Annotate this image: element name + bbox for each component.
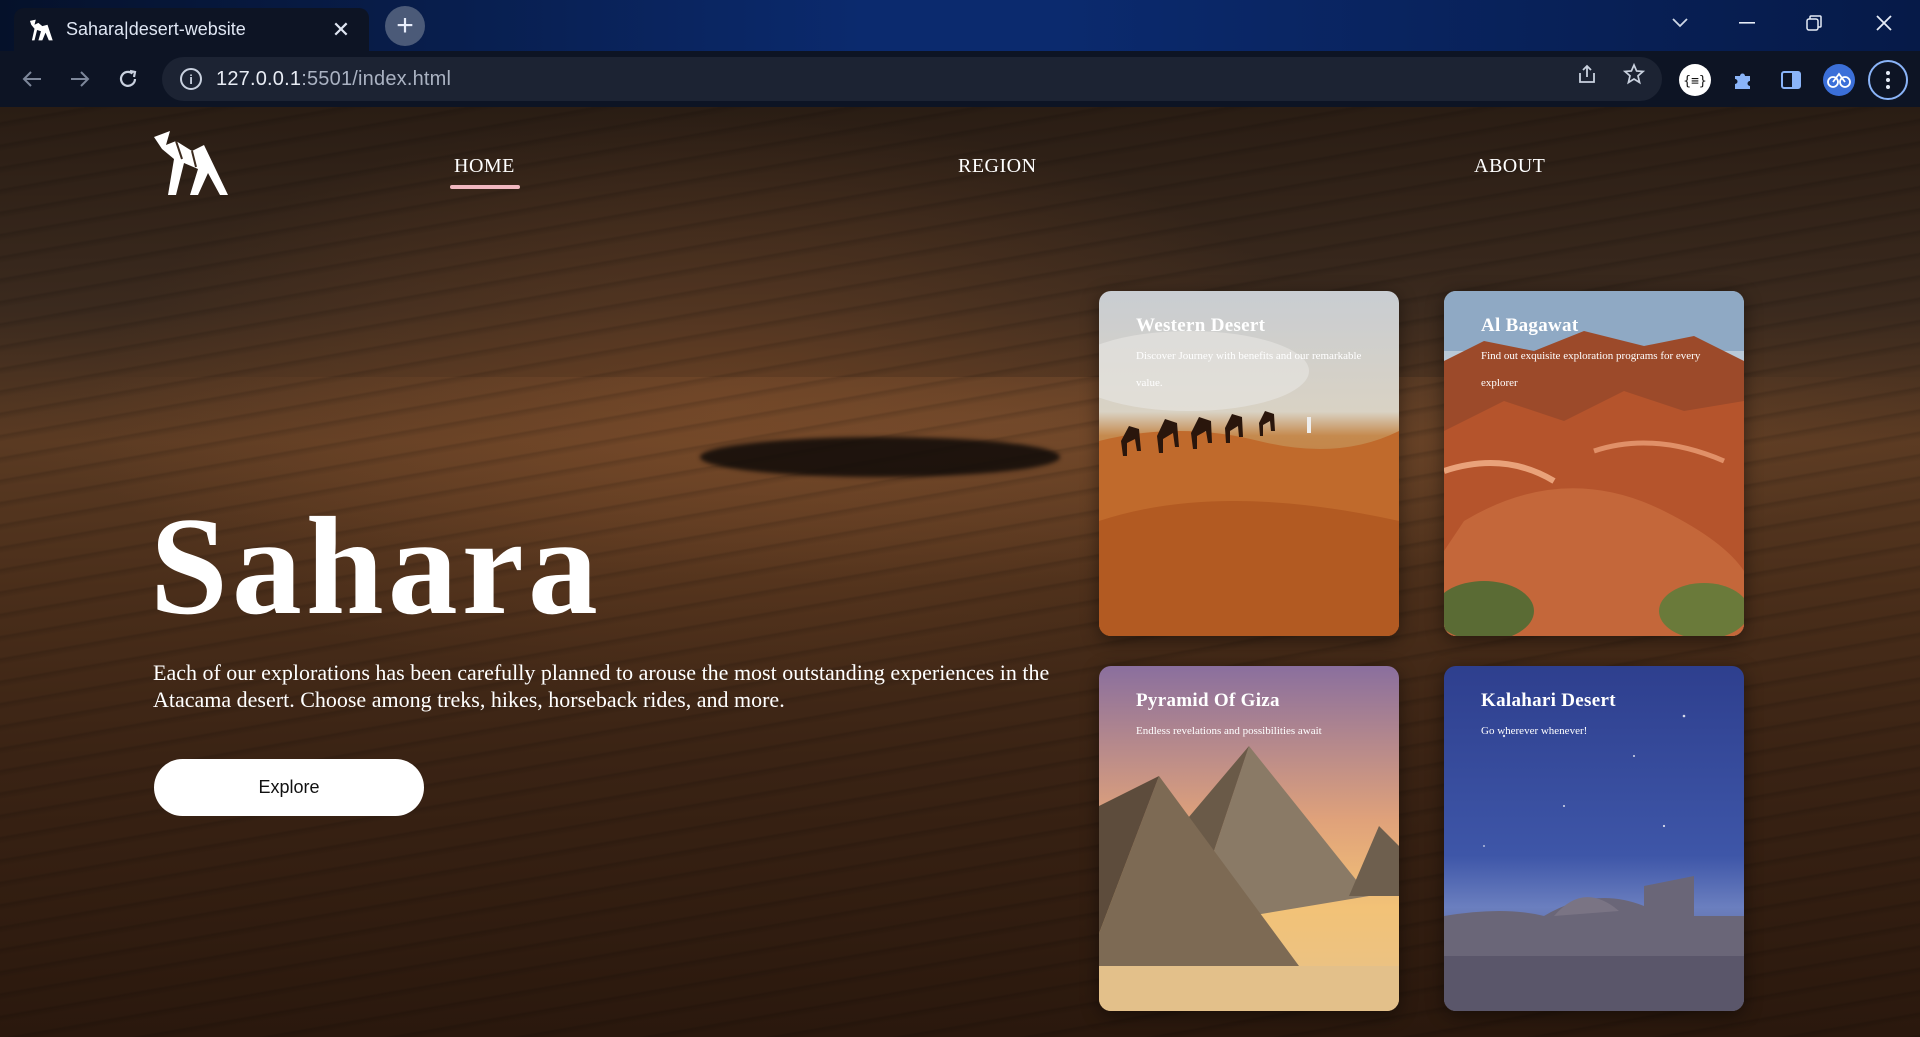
nav-active-underline <box>450 185 520 189</box>
card-title: Pyramid Of Giza <box>1136 690 1280 711</box>
card-subtitle: Find out exquisite exploration programs … <box>1481 350 1701 389</box>
reload-icon[interactable] <box>112 63 144 95</box>
back-arrow-icon[interactable] <box>16 63 48 95</box>
profile-avatar-icon[interactable] <box>1821 62 1857 98</box>
tab-title: Sahara|desert-website <box>66 19 246 39</box>
bookmark-star-icon[interactable] <box>1620 60 1648 88</box>
nav-region[interactable]: REGION <box>958 155 1037 178</box>
explore-button[interactable]: Explore <box>154 759 424 816</box>
hero-description: Each of our explorations has been carefu… <box>153 660 1050 712</box>
hero-title: Sahara <box>150 489 602 644</box>
card-subtitle: Endless revelations and possibilities aw… <box>1136 725 1322 737</box>
card-kalahari-desert[interactable]: Kalahari Desert Go wherever whenever! <box>1444 666 1744 1011</box>
nav-about[interactable]: ABOUT <box>1474 155 1545 178</box>
card-subtitle: Discover Journey with benefits and our r… <box>1136 350 1362 389</box>
extensions-puzzle-icon[interactable] <box>1725 62 1761 98</box>
card-subtitle: Go wherever whenever! <box>1481 725 1588 737</box>
svg-text:{≡}: {≡} <box>1683 74 1706 89</box>
address-bar[interactable]: i 127.0.0.1:5501/index.html <box>162 57 1662 101</box>
forward-arrow-icon[interactable] <box>64 63 96 95</box>
card-al-bagawat[interactable]: Al Bagawat Find out exquisite exploratio… <box>1444 291 1744 636</box>
page-viewport: HOME REGION ABOUT Sahara Each of our exp… <box>0 107 1920 1037</box>
site-info-icon[interactable]: i <box>180 68 202 90</box>
card-title: Kalahari Desert <box>1481 690 1616 711</box>
card-western-desert[interactable]: Western Desert Discover Journey with ben… <box>1099 291 1399 636</box>
browser-toolbar: i 127.0.0.1:5501/index.html {≡} <box>0 51 1920 107</box>
card-pyramid-of-giza[interactable]: Pyramid Of Giza Endless revelations and … <box>1099 666 1399 1011</box>
tab-search-icon[interactable] <box>1660 8 1700 38</box>
card-title: Al Bagawat <box>1481 315 1579 336</box>
camel-logo-icon <box>29 19 53 40</box>
nav-home[interactable]: HOME <box>454 155 515 178</box>
dune-shrubs <box>700 437 1060 477</box>
close-window-icon[interactable] <box>1864 8 1904 38</box>
json-extension-icon[interactable]: {≡} <box>1677 62 1713 98</box>
browser-tabstrip: Sahara|desert-website ✕ + <box>0 0 1920 51</box>
card-title: Western Desert <box>1136 315 1266 336</box>
share-icon[interactable] <box>1573 60 1601 88</box>
side-panel-icon[interactable] <box>1773 62 1809 98</box>
close-tab-icon[interactable]: ✕ <box>327 16 355 44</box>
browser-menu-icon[interactable] <box>1868 60 1908 100</box>
minimize-icon[interactable] <box>1727 8 1767 38</box>
new-tab-button[interactable]: + <box>385 6 425 46</box>
camel-logo-icon[interactable] <box>152 129 232 199</box>
url-text: 127.0.0.1:5501/index.html <box>216 67 452 90</box>
browser-tab[interactable]: Sahara|desert-website ✕ <box>14 8 369 51</box>
restore-icon[interactable] <box>1794 8 1834 38</box>
